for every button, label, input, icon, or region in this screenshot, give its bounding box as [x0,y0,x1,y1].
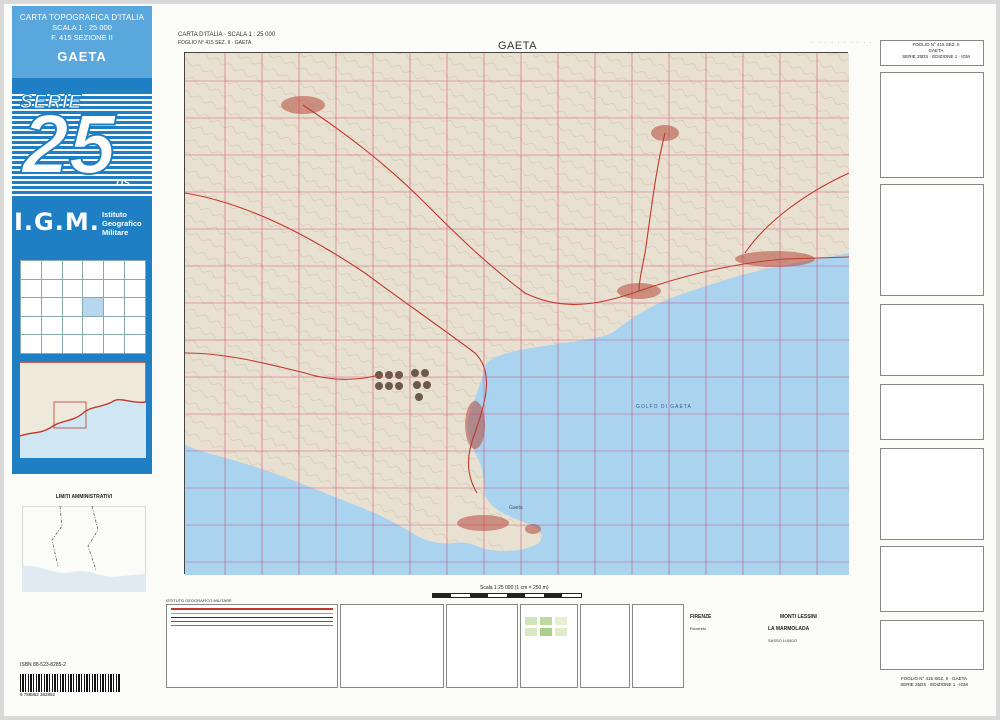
reference-system-box [880,448,984,540]
legend-settlements [340,604,444,688]
igm-logo-text: I.G.M. [14,208,100,236]
map-header-line1: CARTA D'ITALIA · SCALA 1 : 25 000 [178,32,276,38]
city-label-gaeta: Gaeta [509,505,523,511]
legend-boundaries [446,604,518,688]
imprint-text: ISTITUTO GEOGRAFICO MILITARE [166,598,232,603]
sea-name-label: GOLFO DI GAETA [636,404,692,410]
map-header-line2: FOGLIO N° 415 SEZ. II · GAETA [178,40,252,46]
degree-tick-strip: · · · · · · · · · · [812,40,874,45]
cover-sheet-name: GAETA [57,49,107,64]
compilation-box [880,620,984,670]
cover-header: CARTA TOPOGRAFICA D'ITALIA SCALA 1 : 25 … [12,6,152,78]
legend-hydrography [580,604,630,688]
cover-scale: SCALA 1 : 25 000 [52,23,112,32]
admin-limits-box: LIMITI AMMINISTRATIVI [14,494,154,630]
scale-label: Scala 1:25 000 (1 cm = 250 m) [480,585,549,591]
legend-transport [166,604,338,688]
sheet-index-grid [20,260,146,354]
coordinates-box [880,184,984,296]
cover-sheet-number: F. 415 SEZIONE II [51,33,113,42]
igm-logo: I.G.M. Istituto Geografico Militare [12,206,152,242]
legend-vegetation [520,604,578,688]
admin-limits-diagram [22,506,146,592]
legend-altimetry [632,604,684,688]
barcode-digits: 9 788852 382852 [20,692,56,697]
sheet-id: FOGLIO N° 415 SEZ. II GAETA SERIE 25DS ·… [902,42,970,59]
magnetic-declination-box [880,384,984,440]
topographic-map[interactable] [184,52,849,575]
cover-panel: CARTA TOPOGRAFICA D'ITALIA SCALA 1 : 25 … [12,6,152,474]
location-inset-map [20,362,146,458]
edition-index-block: FIRENZE MONTI LESSINI Rovereto LA MARMOL… [690,614,817,643]
institute-name: Istituto Geografico Militare [102,210,142,237]
series-number: 25 [21,97,116,191]
notes-box [880,72,984,178]
bottom-sheet-id: FOGLIO N° 415 SEZ. II · GAETA SERIE 25DS… [900,676,968,687]
isbn-barcode [20,674,120,692]
scale-bar [432,593,582,598]
datum-box [880,304,984,376]
abbreviations-box [880,546,984,612]
isbn-label: ISBN 88-523-8285-2 [20,662,66,668]
cover-title-line: CARTA TOPOGRAFICA D'ITALIA [19,13,145,22]
map-title: GAETA [498,40,537,52]
admin-limits-title: LIMITI AMMINISTRATIVI [55,494,113,500]
series-suffix: DS [116,178,130,189]
